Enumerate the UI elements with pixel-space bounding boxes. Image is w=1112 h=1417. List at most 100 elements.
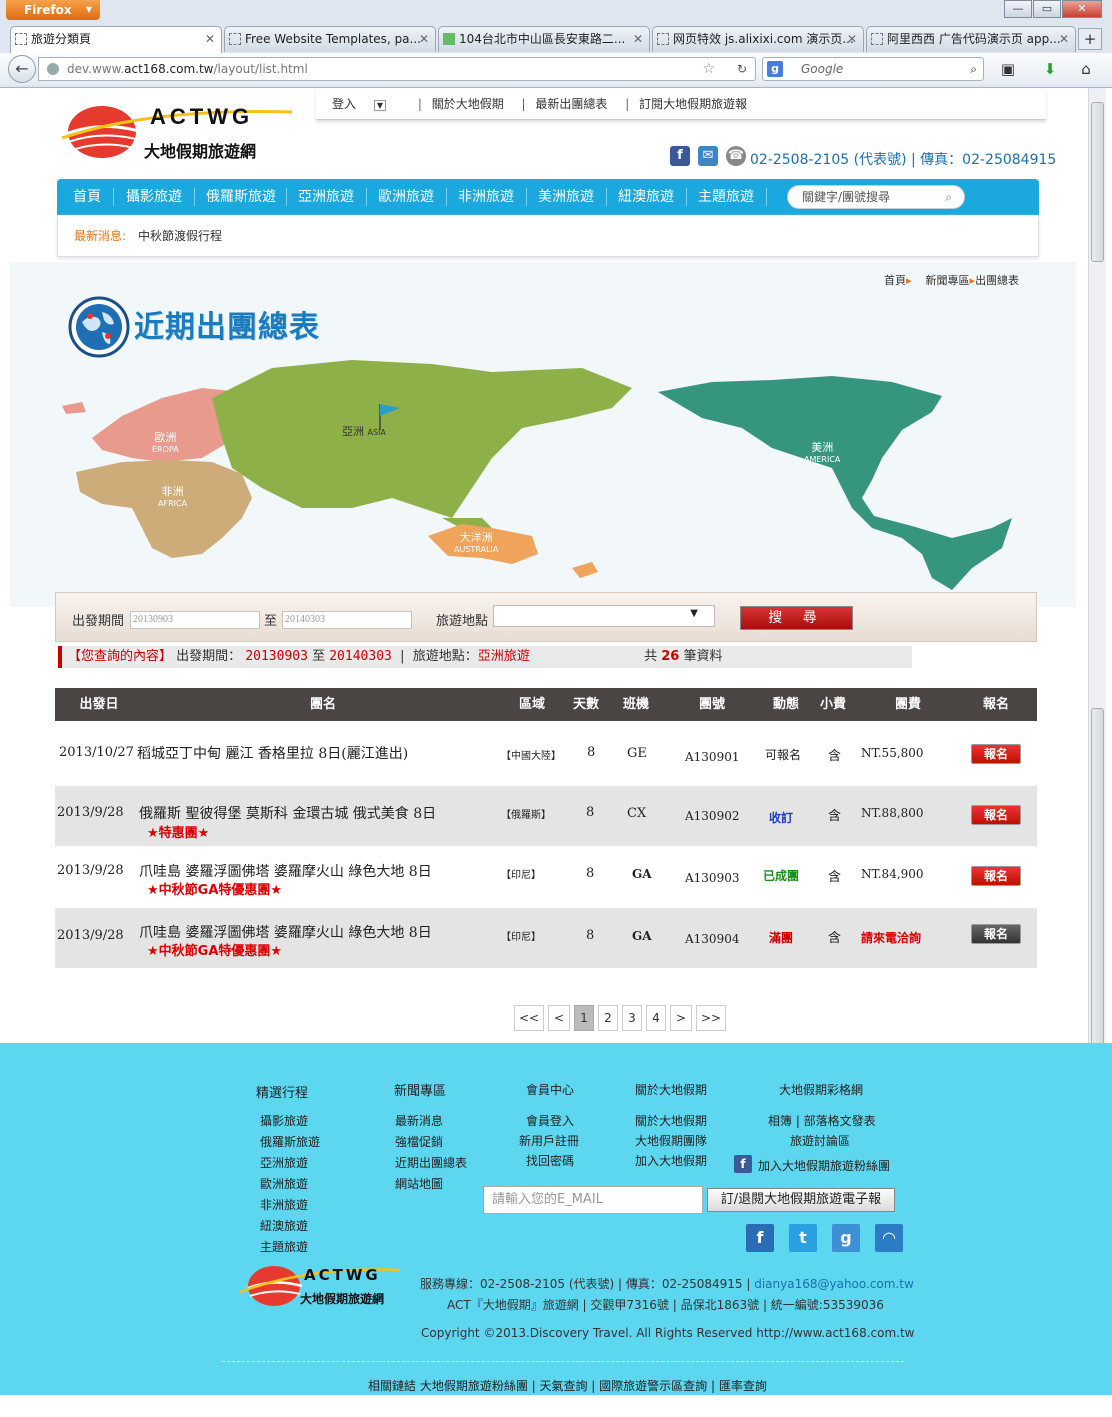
nav-item-theme[interactable]: 主題旅遊 [691, 179, 761, 215]
footer-link[interactable]: 網站地圖 [395, 1175, 443, 1192]
close-tab-icon[interactable]: ✕ [419, 27, 429, 51]
footer-link[interactable]: 找回密碼 [526, 1152, 574, 1169]
back-button[interactable]: ← [8, 55, 36, 83]
footer-link[interactable]: 攝影旅遊 [260, 1112, 308, 1129]
newsletter-email-input[interactable]: 請輸入您的E_MAIL [483, 1186, 703, 1214]
page-last[interactable]: >> [696, 1005, 726, 1031]
nav-item-america[interactable]: 美洲旅遊 [531, 179, 601, 215]
facebook-icon[interactable]: f [734, 1155, 752, 1173]
footer-link[interactable]: 會員登入 [526, 1112, 574, 1129]
nav-item-europe[interactable]: 歐洲旅遊 [371, 179, 441, 215]
bookmarks-menu-icon[interactable]: ▣ [996, 58, 1020, 80]
download-icon[interactable]: ⬇ [1038, 58, 1062, 80]
keyword-search-input[interactable]: 關鍵字/團號搜尋 ⌕ [787, 185, 965, 209]
row-tour-name[interactable]: 稻城亞丁中甸 麗江 香格里拉 8日(麗江進出) [137, 743, 408, 763]
tab-templates[interactable]: Free Website Templates, pa... ✕ [224, 26, 436, 52]
register-button[interactable]: 報名 [971, 805, 1021, 825]
schedule-link[interactable]: 最新出團總表 [535, 97, 607, 111]
about-link[interactable]: 關於大地假期 [432, 97, 504, 111]
register-button[interactable]: 報名 [971, 924, 1021, 944]
footer-link[interactable]: 旅遊討論區 [790, 1132, 850, 1149]
register-button[interactable]: 報名 [971, 744, 1021, 764]
facebook-icon[interactable]: f [746, 1224, 774, 1252]
twitter-icon[interactable]: t [789, 1224, 817, 1252]
close-tab-icon[interactable]: ✕ [1059, 27, 1069, 51]
footer-email-link[interactable]: dianya168@yahoo.com.tw [754, 1277, 914, 1291]
search-icon[interactable]: ⌕ [945, 186, 952, 208]
subscribe-button[interactable]: 訂/退閱大地假期旅遊電子報 [707, 1188, 895, 1212]
close-tab-icon[interactable]: ✕ [633, 27, 643, 51]
close-tab-icon[interactable]: ✕ [205, 27, 215, 51]
date-from-input[interactable]: 20130903 [130, 611, 260, 629]
site-logo[interactable]: ACTWG 大地假期旅遊網 [61, 98, 293, 172]
page-3[interactable]: 3 [622, 1005, 642, 1031]
maximize-button[interactable]: ▭ [1033, 0, 1061, 18]
page-1[interactable]: 1 [574, 1005, 594, 1031]
facebook-icon[interactable]: f [670, 146, 690, 166]
home-icon[interactable]: ⌂ [1074, 58, 1098, 80]
email-icon[interactable]: ✉ [698, 146, 718, 166]
footer-logo[interactable]: ACTWG 大地假期旅遊網 [239, 1262, 401, 1316]
footer-link[interactable]: 加入大地假期 [635, 1152, 707, 1169]
scrollbar-thumb[interactable] [1091, 102, 1104, 262]
nav-item-asia[interactable]: 亞洲旅遊 [291, 179, 361, 215]
news-item[interactable]: 中秋節渡假行程 [138, 229, 222, 243]
rss-icon[interactable]: ◠ [875, 1224, 903, 1252]
newsletter-link[interactable]: 訂閱大地假期旅遊報 [639, 97, 747, 111]
login-dropdown[interactable]: 登入 ▼ [332, 97, 400, 111]
page-next[interactable]: > [670, 1005, 692, 1031]
nav-item-russia[interactable]: 俄羅斯旅遊 [199, 179, 283, 215]
nav-item-africa[interactable]: 非洲旅遊 [451, 179, 521, 215]
footer-link[interactable]: 強檔促銷 [395, 1133, 443, 1150]
date-to-input[interactable]: 20140303 [282, 611, 412, 629]
footer-link[interactable]: 紐澳旅遊 [260, 1217, 308, 1234]
bookmark-star-icon[interactable]: ☆ [702, 58, 715, 80]
footer-link[interactable]: 亞洲旅遊 [260, 1154, 308, 1171]
new-tab-button[interactable]: + [1078, 28, 1102, 50]
site-identity-icon[interactable] [47, 63, 59, 75]
close-window-button[interactable]: ✕ [1062, 0, 1102, 18]
footer-link[interactable]: 相簿 | 部落格文發表 [768, 1112, 876, 1129]
minimize-button[interactable]: — [1004, 0, 1032, 18]
google-plus-icon[interactable]: g [832, 1224, 860, 1252]
row-tour-name[interactable]: 爪哇島 婆羅浮圖佛塔 婆羅摩火山 綠色大地 8日 [139, 922, 432, 942]
footer-link[interactable]: 新用戶註冊 [519, 1132, 579, 1149]
page-first[interactable]: << [514, 1005, 544, 1031]
url-bar[interactable]: dev.www.act168.com.tw/layout/list.html ☆… [38, 57, 756, 81]
footer-link[interactable]: 非洲旅遊 [260, 1196, 308, 1213]
google-icon[interactable]: g [767, 61, 783, 77]
footer-link[interactable]: 歐洲旅遊 [260, 1175, 308, 1192]
world-map[interactable]: 歐洲 EROPA 亞洲 ASIA 非洲 AFRICA 大洋洲 AUSTRALIA 美洲… [52, 358, 1052, 590]
row-promo: ★中秋節GA特優惠團★ [147, 944, 283, 959]
footer-related-links[interactable]: 相關鏈結 大地假期旅遊粉絲團 | 天氣查詢 | 國際旅遊警示區查詢 | 匯率查詢 [368, 1377, 767, 1394]
page-4[interactable]: 4 [646, 1005, 666, 1031]
footer-link[interactable]: 大地假期團隊 [635, 1132, 707, 1149]
tab-map[interactable]: 104台北市中山區長安東路二... ✕ [438, 26, 650, 52]
tab-category-page[interactable]: 旅遊分類頁 ✕ [10, 26, 222, 53]
footer-link[interactable]: 關於大地假期 [635, 1112, 707, 1129]
page-prev[interactable]: < [548, 1005, 570, 1031]
breadcrumb-home[interactable]: 首頁 [884, 274, 906, 287]
footer-link[interactable]: 俄羅斯旅遊 [260, 1133, 320, 1150]
nav-item-oceania[interactable]: 紐澳旅遊 [611, 179, 681, 215]
row-tour-name[interactable]: 爪哇島 婆羅浮圖佛塔 婆羅摩火山 綠色大地 8日 [139, 861, 432, 881]
footer-link[interactable]: 最新消息 [395, 1112, 443, 1129]
nav-item-photography[interactable]: 攝影旅遊 [119, 179, 189, 215]
search-icon[interactable]: ⌕ [970, 58, 977, 80]
search-button[interactable]: 搜 尋 [740, 606, 853, 630]
reload-icon[interactable]: ↻ [737, 58, 747, 80]
page-2[interactable]: 2 [598, 1005, 618, 1031]
tab-alixixi-demo[interactable]: 网页特效 js.alixixi.com 演示页... ✕ [652, 26, 864, 52]
breadcrumb-section[interactable]: 新聞專區 [926, 274, 970, 287]
footer-link[interactable]: 主題旅遊 [260, 1238, 308, 1255]
fan-page-link[interactable]: 加入大地假期旅遊粉絲團 [758, 1157, 890, 1174]
firefox-menu-button[interactable]: Firefox ▼ [6, 0, 100, 20]
browser-search-input[interactable]: g Google ⌕ [762, 57, 984, 81]
tab-alixixi-ads[interactable]: 阿里西西 广告代码演示页 app... ✕ [866, 26, 1076, 52]
register-button[interactable]: 報名 [971, 866, 1021, 886]
close-tab-icon[interactable]: ✕ [847, 27, 857, 51]
place-select[interactable]: ▼ [493, 605, 715, 627]
nav-item-home[interactable]: 首頁 [65, 179, 109, 215]
footer-link[interactable]: 近期出團總表 [395, 1154, 467, 1171]
row-tour-name[interactable]: 俄羅斯 聖彼得堡 莫斯科 金環古城 俄式美食 8日 [139, 803, 436, 823]
